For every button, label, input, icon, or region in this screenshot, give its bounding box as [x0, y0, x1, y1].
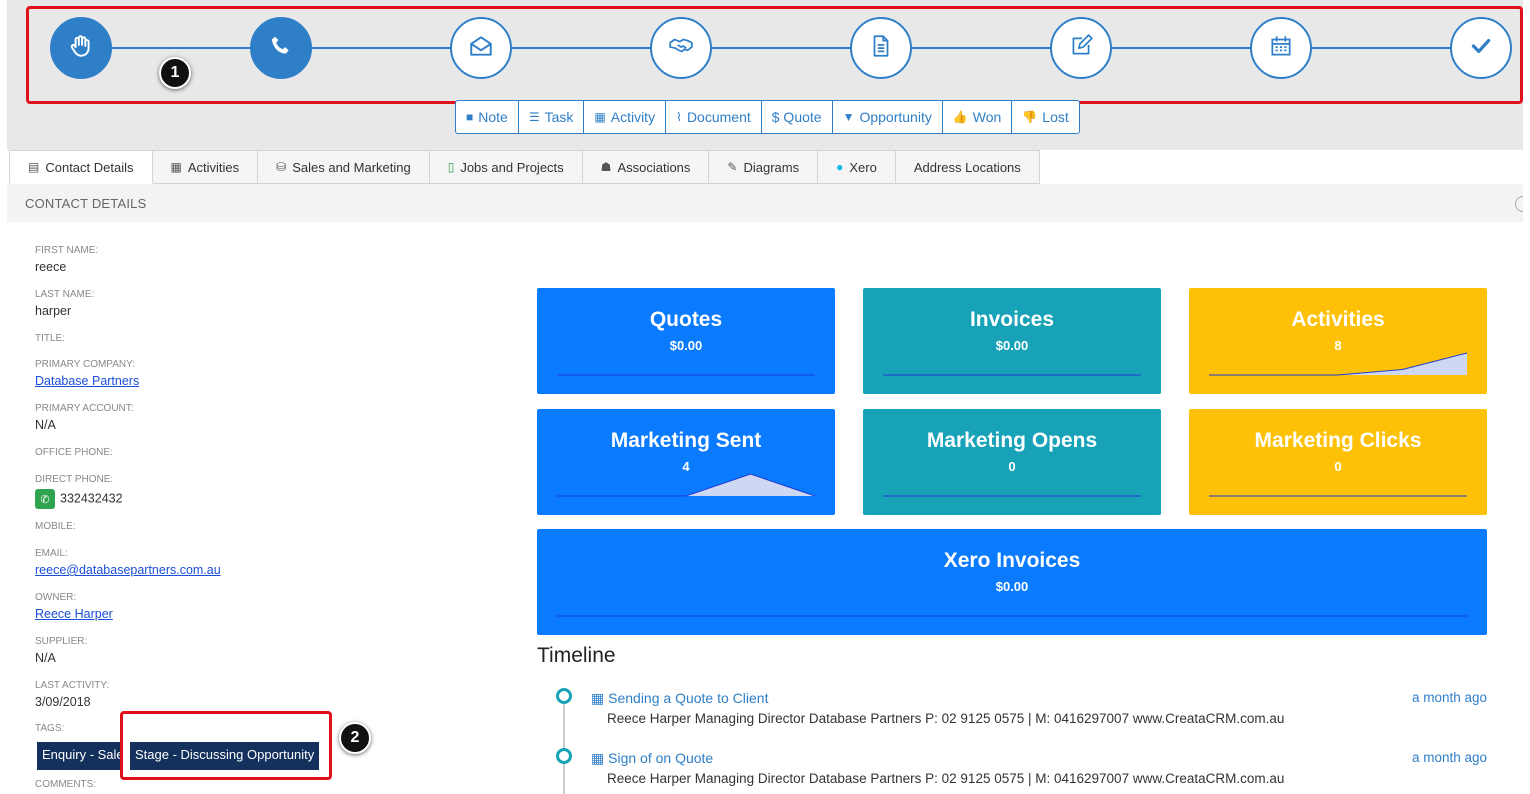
marketing-sent-sparkline — [557, 473, 815, 497]
tab-diagrams[interactable]: ✎ Diagrams — [709, 150, 819, 184]
invoices-card[interactable]: Invoices $0.00 — [863, 288, 1161, 394]
add-document-button[interactable]: ⌇ Document — [666, 101, 762, 133]
field-label: COMMENTS: — [35, 779, 97, 790]
timeline-item-body: Reece Harper Managing Director Database … — [607, 771, 1285, 786]
activities-sparkline — [1209, 352, 1467, 376]
direct-phone: ✆ 332432432 — [35, 489, 123, 509]
timeline-dot — [556, 688, 572, 704]
direct-phone-value: 332432432 — [60, 491, 123, 506]
filter-icon: ▼ — [842, 110, 855, 124]
phone-icon[interactable]: ✆ — [35, 489, 55, 509]
calendar-icon: ▦ — [591, 690, 609, 706]
tab-associations[interactable]: ☗ Associations — [582, 150, 710, 184]
marketing-clicks-card[interactable]: Marketing Clicks 0 — [1189, 409, 1487, 515]
last-name-value: harper — [35, 304, 72, 318]
field-label: TAGS: — [35, 723, 65, 734]
supplier-value: N/A — [35, 651, 56, 665]
paperclip-icon: ⌇ — [676, 110, 682, 124]
marketing-opens-sparkline — [883, 495, 1141, 497]
action-toolbar: ■ Note ☰ Task ▦ Activity ⌇ Document $ Quote … — [455, 100, 1080, 134]
timeline-item-time: a month ago — [1411, 750, 1487, 765]
marketing-clicks-sparkline — [1209, 495, 1467, 497]
invoices-sparkline — [883, 374, 1141, 376]
timeline-item-title[interactable]: ▦ Sign of on Quote — [591, 750, 713, 767]
card-title: Quotes — [649, 308, 723, 331]
company-link[interactable]: Database Partners — [35, 374, 139, 388]
timeline-title: Timeline — [537, 644, 616, 667]
sparkline-area — [557, 474, 815, 496]
marketing-sent-card[interactable]: Marketing Sent 4 — [537, 409, 835, 515]
quotes-card[interactable]: Quotes $0.00 — [537, 288, 835, 394]
mark-won-button[interactable]: 👍 Won — [943, 101, 1013, 133]
card-title: Marketing Opens — [926, 429, 1098, 452]
xero-invoices-sparkline — [557, 615, 1467, 617]
annotation-marker: 2 — [339, 722, 371, 754]
calendar-icon: ▦ — [594, 110, 606, 124]
add-activity-button[interactable]: ▦ Activity — [584, 101, 667, 133]
sitemap-icon: ☗ — [600, 160, 612, 174]
marketing-opens-card[interactable]: Marketing Opens 0 — [863, 409, 1161, 515]
timeline-item-time: a month ago — [1411, 690, 1487, 705]
card-title: Marketing Clicks — [1254, 429, 1422, 452]
field-label: EMAIL: — [35, 548, 68, 559]
timeline-item-body: Reece Harper Managing Director Database … — [607, 711, 1285, 726]
tab-address-locations[interactable]: Address Locations — [895, 150, 1040, 184]
activities-card[interactable]: Activities 8 — [1189, 288, 1487, 394]
calendar-icon: ▦ — [170, 160, 182, 174]
field-label: SUPPLIER: — [35, 636, 88, 647]
tab-sales-and-marketing[interactable]: ⛁ Sales and Marketing — [258, 150, 430, 184]
card-title: Xero Invoices — [943, 549, 1081, 572]
field-label: PRIMARY COMPANY: — [35, 359, 136, 370]
annotation-box-pipeline — [26, 6, 1523, 104]
sticky-note-icon: ■ — [466, 110, 474, 124]
section-header — [7, 184, 1523, 222]
calendar-icon: ▦ — [591, 750, 609, 766]
sparkline-area — [1209, 353, 1467, 375]
thumbs-down-icon: 👎 — [1022, 110, 1038, 124]
field-label: DIRECT PHONE: — [35, 474, 114, 485]
field-label: PRIMARY ACCOUNT: — [35, 403, 134, 414]
mark-lost-button[interactable]: 👎 Lost — [1012, 101, 1078, 133]
xero-invoices-card[interactable]: Xero Invoices $0.00 — [537, 529, 1487, 635]
tab-activities[interactable]: ▦ Activities — [152, 150, 259, 184]
coins-icon: ⛁ — [276, 160, 287, 174]
annotation-marker: 1 — [159, 57, 191, 89]
card-title: Invoices — [969, 308, 1055, 331]
timeline-item-title[interactable]: ▦ Sending a Quote to Client — [591, 690, 768, 707]
thumbs-up-icon: 👍 — [952, 110, 968, 124]
file-icon: ▯ — [447, 160, 455, 174]
account-value: N/A — [35, 418, 56, 432]
add-note-button[interactable]: ■ Note — [456, 101, 519, 133]
timeline-dot — [556, 748, 572, 764]
last-activity-value: 3/09/2018 — [35, 695, 91, 709]
add-task-button[interactable]: ☰ Task — [519, 101, 585, 133]
task-list-icon: ☰ — [528, 110, 540, 124]
owner-link[interactable]: Reece Harper — [35, 607, 113, 621]
card-title: Marketing Sent — [610, 429, 762, 452]
id-card-icon: ▤ — [28, 160, 40, 174]
add-opportunity-button[interactable]: ▼ Opportunity — [833, 101, 943, 133]
tab-xero[interactable]: ● Xero — [818, 150, 896, 184]
add-quote-button[interactable]: $ Quote — [762, 101, 833, 133]
annotation-box-tags — [120, 711, 332, 780]
field-label: TITLE: — [35, 333, 66, 344]
card-title: Activities — [1291, 308, 1385, 331]
field-label: LAST ACTIVITY: — [35, 680, 110, 691]
field-label: OFFICE PHONE: — [35, 447, 113, 458]
section-title: CONTACT DETAILS — [25, 196, 147, 211]
tag-chip[interactable]: Enquiry - Sales — [37, 742, 122, 770]
field-label: MOBILE: — [35, 521, 76, 532]
contact-tabs: ▤ Contact Details ▦ Activities ⛁ Sales and … — [9, 150, 1040, 184]
field-label: LAST NAME: — [35, 289, 95, 300]
pencil-icon: ✎ — [727, 160, 738, 174]
email-link[interactable]: reece@databasepartners.com.au — [35, 563, 221, 577]
tab-contact-details[interactable]: ▤ Contact Details — [9, 150, 153, 184]
first-name-value: reece — [35, 260, 67, 274]
field-label: FIRST NAME: — [35, 245, 99, 256]
contact-page: 1 ■ Note ☰ Task ▦ Activity ⌇ Document $ Quot… — [7, 0, 1523, 794]
quotes-sparkline — [557, 374, 815, 376]
tab-jobs-and-projects[interactable]: ▯ Jobs and Projects — [429, 150, 583, 184]
xero-icon: ● — [836, 160, 844, 174]
field-label: OWNER: — [35, 592, 77, 603]
